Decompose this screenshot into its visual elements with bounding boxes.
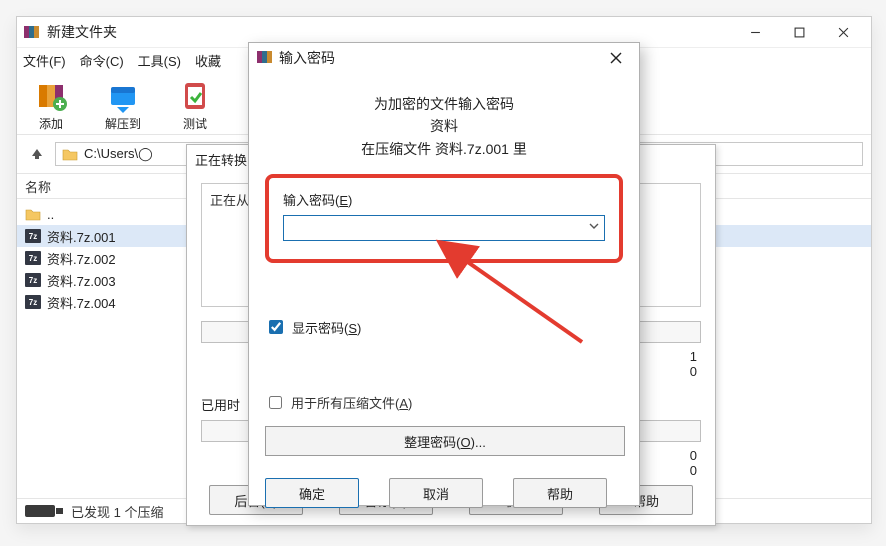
organize-passwords-label: 整理密码(O)... <box>404 432 486 451</box>
path-text: C:\Users\◯ <box>84 146 153 162</box>
sevenz-icon: 7z <box>25 228 41 244</box>
winrar-app-icon <box>257 49 273 68</box>
password-dialog-title: 输入密码 <box>279 48 335 68</box>
winrar-app-icon <box>23 23 41 41</box>
show-password-checkbox[interactable]: 显示密码(S) <box>265 317 623 337</box>
all-archives-checkbox-input[interactable] <box>269 396 282 409</box>
menu-command[interactable]: 命令(C) <box>80 51 124 70</box>
dialog-close-button[interactable] <box>601 44 631 72</box>
progress-extracting-label: 正在从 <box>210 193 249 208</box>
status-text: 已发现 1 个压缩 <box>71 502 163 521</box>
file-name: 资料.7z.003 <box>47 271 116 290</box>
password-input[interactable] <box>283 215 605 241</box>
pw-msg-line1: 为加密的文件输入密码 <box>265 93 623 115</box>
cancel-button[interactable]: 取消 <box>389 478 483 508</box>
toolbar-extract-to[interactable]: 解压到 <box>99 77 147 132</box>
sevenz-icon: 7z <box>25 294 41 310</box>
annotation-highlight-frame: 输入密码(E) <box>265 174 623 263</box>
ok-button[interactable]: 确定 <box>265 478 359 508</box>
password-input-label: 输入密码(E) <box>283 190 605 209</box>
maximize-button[interactable] <box>777 18 821 46</box>
toolbar-test[interactable]: 测试 <box>171 77 219 132</box>
updir-label: .. <box>47 207 54 222</box>
folder-icon <box>25 206 41 222</box>
password-titlebar[interactable]: 输入密码 <box>249 43 639 73</box>
minimize-button[interactable] <box>733 18 777 46</box>
elapsed-label: 已用时 <box>201 395 240 414</box>
sevenz-icon: 7z <box>25 250 41 266</box>
pw-msg-line2: 资料 <box>265 115 623 137</box>
folder-icon <box>62 147 78 161</box>
menu-tools[interactable]: 工具(S) <box>138 51 181 70</box>
progress-title: 正在转换 <box>195 150 247 169</box>
nav-up-icon[interactable] <box>25 142 49 166</box>
help-button[interactable]: 帮助 <box>513 478 607 508</box>
toolbar-test-label: 测试 <box>183 115 207 132</box>
chevron-down-icon[interactable] <box>588 220 600 235</box>
all-archives-checkbox[interactable]: 用于所有压缩文件(A) <box>265 393 623 412</box>
show-password-label: 显示密码(S) <box>292 318 361 337</box>
add-icon <box>33 77 69 113</box>
toolbar-add[interactable]: 添加 <box>27 77 75 132</box>
menu-favorite[interactable]: 收藏 <box>195 51 221 70</box>
keyboard-icon <box>25 503 63 519</box>
toolbar-extract-label: 解压到 <box>105 115 141 132</box>
main-window-title: 新建文件夹 <box>47 22 733 42</box>
organize-passwords-button[interactable]: 整理密码(O)... <box>265 426 625 456</box>
test-icon <box>177 77 213 113</box>
password-dialog: 输入密码 为加密的文件输入密码 资料 在压缩文件 资料.7z.001 里 输入密… <box>248 42 640 506</box>
menu-file[interactable]: 文件(F) <box>23 51 66 70</box>
pw-msg-line3: 在压缩文件 资料.7z.001 里 <box>265 138 623 160</box>
file-name: 资料.7z.002 <box>47 249 116 268</box>
file-name: 资料.7z.004 <box>47 293 116 312</box>
toolbar-add-label: 添加 <box>39 115 63 132</box>
sevenz-icon: 7z <box>25 272 41 288</box>
extract-icon <box>105 77 141 113</box>
close-button[interactable] <box>821 18 865 46</box>
show-password-checkbox-input[interactable] <box>269 320 283 334</box>
password-message: 为加密的文件输入密码 资料 在压缩文件 资料.7z.001 里 <box>265 93 623 160</box>
all-archives-label: 用于所有压缩文件(A) <box>291 393 412 412</box>
file-name: 资料.7z.001 <box>47 227 116 246</box>
